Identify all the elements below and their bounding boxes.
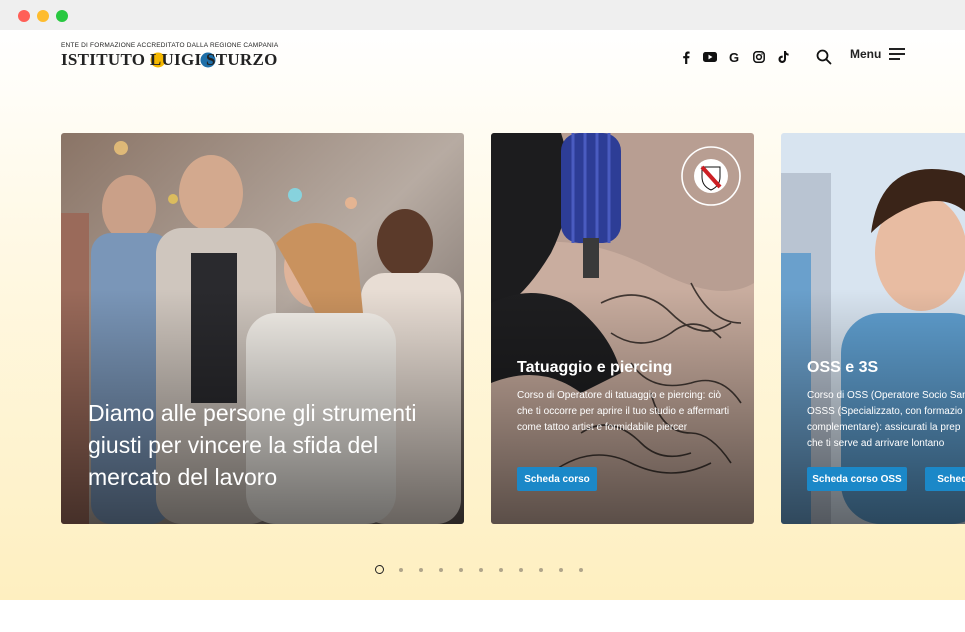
- pagination-dot[interactable]: [479, 567, 483, 572]
- instagram-icon[interactable]: [751, 49, 767, 65]
- logo-name: ISTITUTO LUIGI STURZO: [61, 50, 278, 69]
- youtube-icon[interactable]: [702, 49, 718, 65]
- card-description-line: complementare): assicurati la prep: [807, 422, 961, 433]
- 3s-details-button[interactable]: Scheda: [925, 467, 965, 491]
- course-details-button[interactable]: Scheda corso: [517, 467, 597, 491]
- pagination-dot[interactable]: [439, 567, 443, 572]
- card-description-line: Corso di OSS (Operatore Socio Sani: [807, 390, 965, 401]
- course-card-oss[interactable]: OSS e 3S Corso di OSS (Operatore Socio S…: [781, 133, 965, 524]
- pagination-dot-active[interactable]: [375, 565, 384, 574]
- card-title: Tatuaggio e piercing: [517, 359, 673, 376]
- browser-chrome: [0, 0, 965, 30]
- pagination-dot[interactable]: [539, 567, 543, 572]
- card-description: Corso di Operatore di tatuaggio e pierci…: [517, 390, 730, 433]
- pagination-dot[interactable]: [459, 567, 463, 572]
- pagination-dot[interactable]: [559, 567, 563, 572]
- regione-campania-badge: [681, 146, 741, 206]
- pagination-dot[interactable]: [499, 567, 503, 572]
- hero-title: Diamo alle persone gli strumenti giusti …: [88, 400, 417, 490]
- minimize-window-button[interactable]: [37, 10, 49, 22]
- page-footer-area: [0, 600, 965, 632]
- facebook-icon[interactable]: [678, 49, 694, 65]
- card-description: Corso di OSS (Operatore Socio Sani OSSS …: [807, 388, 965, 452]
- menu-button[interactable]: Menu: [850, 47, 906, 61]
- site-logo[interactable]: ENTE DI FORMAZIONE ACCREDITATO DALLA REG…: [61, 42, 281, 72]
- pagination-dot[interactable]: [399, 567, 403, 572]
- pagination-dot[interactable]: [579, 567, 583, 572]
- course-card-tattoo[interactable]: Tatuaggio e piercing Corso di Operatore …: [491, 133, 754, 524]
- page: ENTE DI FORMAZIONE ACCREDITATO DALLA REG…: [0, 30, 965, 600]
- search-icon[interactable]: [815, 48, 833, 66]
- card-description-line: che ti serve ad arrivare lontano: [807, 438, 945, 449]
- card-title: OSS e 3S: [807, 359, 879, 376]
- maximize-window-button[interactable]: [56, 10, 68, 22]
- hamburger-icon: [889, 48, 906, 60]
- menu-label: Menu: [850, 47, 882, 61]
- tiktok-icon[interactable]: [775, 49, 791, 65]
- slider-pagination: [375, 565, 599, 574]
- pagination-dot[interactable]: [419, 567, 423, 572]
- hero-slide[interactable]: Diamo alle persone gli strumenti giusti …: [61, 133, 464, 524]
- pagination-dot[interactable]: [519, 567, 523, 572]
- card-description-line: OSSS (Specializzato, con formazio: [807, 406, 963, 417]
- oss-details-button[interactable]: Scheda corso OSS: [807, 467, 907, 491]
- google-icon[interactable]: G: [726, 49, 742, 65]
- close-window-button[interactable]: [18, 10, 30, 22]
